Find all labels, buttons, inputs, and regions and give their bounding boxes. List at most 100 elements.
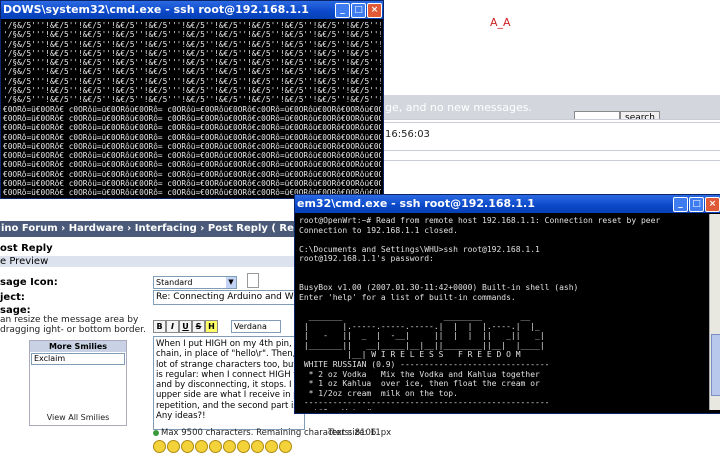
maximize-button[interactable]: □ [689, 197, 704, 212]
terminal-line: * 2 oz Vodka Mix the Vodka and Kahlua to… [299, 369, 540, 379]
subject-input[interactable]: Re: Connecting Arduino and WRT5 [153, 290, 307, 305]
window-title: em32\cmd.exe - ssh root@192.168.1.1 [297, 197, 535, 210]
status-dot-icon [153, 430, 159, 436]
cmd-window-ssh[interactable]: em32\cmd.exe - ssh root@192.168.1.1 _ □ … [294, 194, 720, 414]
terminal-line: '/§&/5'''!&€/5''!&€/5''!&€/5''!&€/5'''!&… [3, 86, 381, 96]
terminal-line: Enter 'help' for a list of built-in comm… [299, 292, 516, 302]
terminal-line: €0ORô=ü€0ORô€ c0ORôü=ü€0ORôü€0ORô= c0ORô… [3, 104, 381, 114]
terminal-line: * 1/2oz cream milk on the top. [299, 388, 458, 398]
document-icon [247, 273, 259, 288]
terminal-line: '/§&/5'''!&€/5''!&€/5''!&€/5''!&€/5'''!&… [3, 67, 381, 77]
forum-status-message: ge, and no new messages. [385, 101, 533, 114]
terminal-line: ----------------------------------------… [299, 398, 550, 408]
smiley-icon[interactable] [167, 440, 180, 453]
bold-button[interactable]: B [153, 320, 166, 333]
terminal-line: '/§&/5'''!&€/5''!&€/5''!&€/5''!&€/5'''!&… [3, 39, 381, 49]
chevron-down-icon: ▼ [226, 277, 236, 288]
terminal-line: '/§&/5'''!&€/5''!&€/5''!&€/5''!&€/5'''!&… [3, 58, 381, 68]
view-all-smilies-link[interactable]: View All Smilies [30, 413, 126, 422]
terminal-line: €0ORô=ü€0ORô€ c0ORôü=ü€0ORôü€0ORô= c0ORô… [3, 179, 381, 189]
terminal-line: BusyBox v1.00 (2007.01.30-11:42+0000) Bu… [299, 283, 579, 293]
window-titlebar[interactable]: DOWS\system32\cmd.exe - ssh root@192.168… [1, 1, 383, 19]
font-select[interactable]: Verdana [231, 320, 281, 333]
message-line: upper side are what I receive in plac [156, 390, 305, 401]
terminal-line: €0ORô=ü€0ORô€ c0ORôü=ü€0ORôü€0ORô= c0ORô… [3, 151, 381, 161]
terminal-line: C:\Documents and Settings\WHU>ssh root@1… [299, 244, 540, 254]
terminal-line: €0ORô=ü€0ORô€ c0ORôü=ü€0ORôü€0ORô= c0ORô… [3, 169, 381, 179]
smiley-icon[interactable] [237, 440, 250, 453]
breadcrumb[interactable]: ino Forum › Hardware › Interfacing › Pos… [0, 221, 301, 237]
terminal-line: | |.-----.-----.-----.| | | |.----.| |_ [299, 321, 540, 331]
smiley-icon[interactable] [209, 440, 222, 453]
terminal-line: '/§&/5'''!&€/5''!&€/5''!&€/5''!&€/5'''!&… [3, 21, 381, 30]
format-toolbar: B I U S H Verdana [153, 320, 301, 334]
message-icon-select[interactable]: Standard ▼ [153, 276, 237, 289]
smiley-icon[interactable] [181, 440, 194, 453]
close-button[interactable]: × [367, 3, 382, 18]
terminal-line: '/§&/5'''!&€/5''!&€/5''!&€/5''!&€/5'''!&… [3, 95, 381, 105]
message-line: is regular: when I connect HIGH to th [156, 369, 305, 380]
time-label: 16:56:03 [385, 129, 430, 140]
smiley-icon[interactable] [223, 440, 236, 453]
scrollbar-thumb[interactable] [711, 334, 720, 396]
italic-button[interactable]: I [166, 320, 179, 333]
smilies-select[interactable]: Exclaim [31, 353, 125, 365]
terminal-line: '/§&/5'''!&€/5''!&€/5''!&€/5''!&€/5'''!&… [3, 30, 381, 40]
terminal-line: €0ORô=ü€0ORô€ c0ORôü=ü€0ORôü€0ORô= c0ORô… [3, 123, 381, 133]
strike-button[interactable]: S [192, 320, 205, 333]
divider [380, 122, 720, 123]
terminal-output: '/§&/5'''!&€/5''!&€/5''!&€/5''!&€/5'''!&… [3, 21, 381, 196]
preview-heading: e Preview [0, 256, 300, 267]
smilies-title: More Smilies [30, 341, 126, 352]
smiley-icon[interactable] [265, 440, 278, 453]
terminal-line: '/§&/5'''!&€/5''!&€/5''!&€/5''!&€/5'''!&… [3, 48, 381, 58]
minimize-button[interactable]: _ [335, 3, 350, 18]
divider [380, 150, 720, 151]
terminal-line: | - || _ | -__| || | | || _|| _| [299, 331, 545, 341]
terminal-line: '/§&/5'''!&€/5''!&€/5''!&€/5''!&€/5'''!&… [3, 76, 381, 86]
message-hint: an resize the message area by dragging i… [0, 315, 146, 335]
smiley-icon[interactable] [251, 440, 264, 453]
terminal-line: Connection to 192.168.1.1 closed. [299, 225, 458, 235]
smiley-icon[interactable] [279, 440, 292, 453]
highlight-button[interactable]: H [205, 320, 218, 333]
terminal-line: root@OpenWrt:~# Read from remote host 19… [299, 216, 661, 225]
underline-button[interactable]: U [179, 320, 192, 333]
smiley-icon[interactable] [153, 440, 166, 453]
terminal-line: root@192.168.1.1's password: [299, 254, 434, 264]
smiley-icon[interactable] [195, 440, 208, 453]
post-reply-heading: ost Reply [0, 243, 53, 254]
terminal-line: _______ ________ __ [299, 311, 531, 321]
terminal-line: €0ORô=ü€0ORô€ c0ORôü=ü€0ORôü€0ORô= c0ORô… [3, 141, 381, 151]
window-titlebar[interactable]: em32\cmd.exe - ssh root@192.168.1.1 _ □ … [295, 195, 720, 213]
scrollbar[interactable] [709, 214, 720, 410]
message-line: When I put HIGH on my 4th pin, I ge [156, 339, 305, 349]
terminal-line: * 1 oz Kahlua over ice, then float the c… [299, 379, 540, 389]
page-annotation-label: A_A [490, 16, 511, 29]
terminal-line: €0ORô=ü€0ORô€ c0ORôü=ü€0ORôü€0ORô= c0ORô… [3, 113, 381, 123]
terminal-line: €0ORô=ü€0ORô€ c0ORôü=ü€0ORôü€0ORô= c0ORô… [3, 132, 381, 142]
subject-label: ject: [0, 292, 25, 303]
minimize-button[interactable]: _ [673, 197, 688, 212]
message-line: chain, in place of "hello\r". Then, a [156, 349, 304, 360]
maximize-button[interactable]: □ [351, 3, 366, 18]
text-size-label: Text size: 11px [328, 428, 392, 438]
cmd-window-garbage[interactable]: DOWS\system32\cmd.exe - ssh root@192.168… [0, 0, 384, 199]
message-icon-value: Standard [156, 278, 193, 287]
smilies-panel: More Smilies Exclaim View All Smilies [29, 340, 127, 426]
terminal-line: root@OpenWrt:~# [299, 408, 711, 410]
message-line: repetition, and the second part is the [156, 400, 305, 411]
terminal-line: €0ORô=ü€0ORô€ c0ORôü=ü€0ORôü€0ORô= c0ORô… [3, 160, 381, 170]
message-textarea[interactable]: When I put HIGH on my 4th pin, I ge chai… [153, 336, 305, 430]
terminal-output: root@OpenWrt:~# Read from remote host 19… [299, 216, 711, 410]
message-line: Any ideas?! [156, 411, 206, 422]
terminal-line: |_______|| __|_____|__|__||________||__|… [299, 340, 545, 350]
close-button[interactable]: × [705, 197, 720, 212]
message-line: lot of strange characters too, but rep [156, 359, 305, 370]
window-title: DOWS\system32\cmd.exe - ssh root@192.168… [3, 3, 309, 16]
divider [380, 160, 720, 161]
terminal-line: |__| W I R E L E S S F R E E D O M [299, 350, 521, 360]
message-icon-label: sage Icon: [0, 277, 58, 288]
